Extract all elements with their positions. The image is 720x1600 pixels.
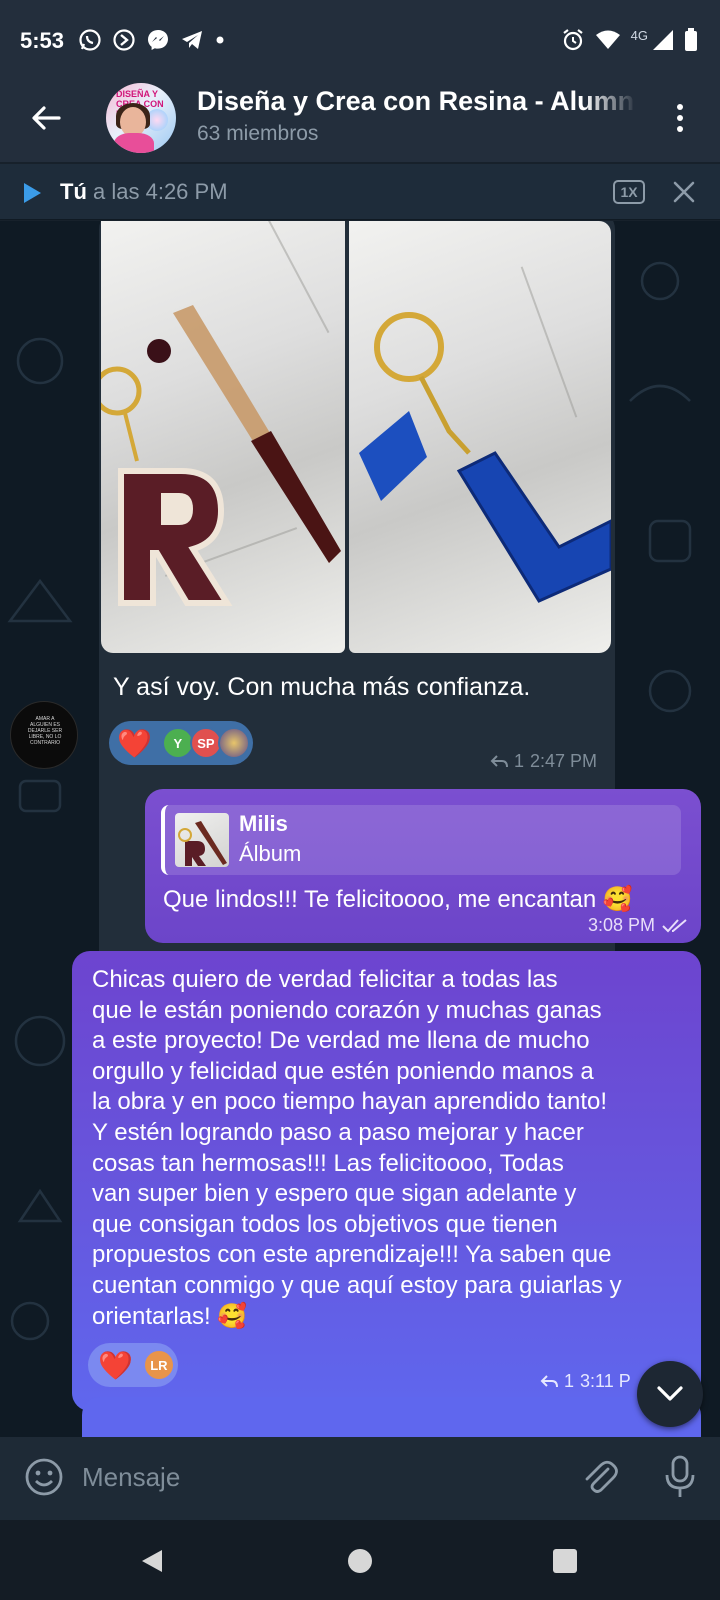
system-nav-bar (0, 1520, 720, 1600)
message-reactions[interactable]: ❤️ LR (88, 1343, 178, 1387)
audio-player-bar[interactable]: Tú a las 4:26 PM 1X (0, 164, 720, 220)
outgoing-long-message[interactable]: Chicas quiero de verdad felicitar a toda… (72, 951, 701, 1411)
message-meta: 1 2:47 PM (490, 751, 597, 772)
chat-header: DISEÑA Y CREA CON RESINA Diseña y Crea c… (0, 80, 720, 162)
album-photo-letter-l[interactable] (349, 221, 611, 653)
reply-arrow-icon (540, 1374, 558, 1387)
microphone-icon[interactable] (664, 1455, 696, 1499)
playback-speed-button[interactable]: 1X (613, 180, 645, 204)
message-input-bar (0, 1437, 720, 1520)
reactor-avatar (217, 727, 250, 759)
double-check-icon (662, 918, 687, 932)
message-time: 3:11 P (580, 1371, 631, 1391)
chevron-down-icon (657, 1386, 683, 1401)
emoji-icon[interactable] (24, 1457, 64, 1497)
more-notifications-dot-icon (216, 36, 224, 44)
outgoing-reply-message[interactable]: Milis Álbum Que lindos!!! Te felicitoooo… (145, 789, 701, 943)
message-meta: 3:08 PM (588, 915, 689, 936)
reply-arrow-icon (490, 754, 508, 767)
arrow-left-icon (32, 106, 61, 130)
back-button[interactable] (22, 94, 70, 142)
quoted-text: Álbum (239, 841, 302, 866)
alarm-icon (562, 29, 583, 51)
nav-recents-icon[interactable] (553, 1549, 577, 1573)
player-info: Tú a las 4:26 PM (60, 179, 228, 205)
member-count: 63 miembros (197, 122, 319, 145)
nav-home-icon[interactable] (348, 1549, 372, 1573)
message-caption: Y así voy. Con mucha más confianza. (113, 673, 531, 701)
more-options-button[interactable] (668, 98, 692, 138)
network-type: 4G (630, 27, 648, 43)
album-photo-letter-r[interactable] (101, 221, 345, 653)
message-reactions[interactable]: ❤️ Y SP (109, 721, 253, 765)
telegram-icon (182, 31, 202, 49)
chat-area[interactable]: Y así voy. Con mucha más confianza. ❤️ Y… (0, 221, 720, 1437)
status-bar: 5:53 4G (0, 0, 720, 80)
cell-signal-icon (653, 30, 673, 50)
paperclip-icon[interactable] (580, 1457, 620, 1497)
play-icon[interactable] (22, 182, 42, 204)
message-text: Chicas quiero de verdad felicitar a toda… (92, 966, 622, 1330)
reply-count[interactable]: 1 (514, 751, 524, 772)
reply-count[interactable]: 1 (564, 1371, 574, 1392)
signal-app-icon (113, 29, 135, 51)
message-text: Que lindos!!! Te felicitoooo, me encanta… (163, 886, 633, 913)
message-time: 2:47 PM (529, 751, 597, 771)
battery-icon (685, 28, 697, 51)
wifi-icon (595, 30, 620, 49)
chat-title[interactable]: Diseña y Crea con Resina - Alumn (197, 86, 637, 117)
messenger-icon (148, 30, 168, 50)
quoted-sender: Milis (239, 811, 288, 836)
status-time: 5:53 (20, 28, 65, 53)
close-icon[interactable] (672, 180, 696, 204)
message-input[interactable] (82, 1455, 562, 1499)
heart-reaction-icon[interactable]: ❤️ (117, 727, 152, 760)
heart-reaction-icon[interactable]: ❤️ (98, 1349, 133, 1382)
scroll-to-bottom-button[interactable] (637, 1361, 703, 1427)
quoted-thumbnail (175, 813, 229, 867)
quoted-message[interactable]: Milis Álbum (161, 805, 681, 875)
notification-icons (78, 28, 226, 52)
dots-vertical-icon (677, 104, 683, 110)
message-time: 3:08 PM (587, 915, 655, 935)
sender-avatar[interactable]: AMAR A ALGUIEN ES DEJARLE SER LIBRE, NO … (10, 701, 78, 769)
player-time: a las 4:26 PM (93, 179, 228, 204)
whatsapp-icon (79, 29, 101, 51)
group-avatar[interactable]: DISEÑA Y CREA CON RESINA (106, 83, 176, 153)
outgoing-message-partial[interactable] (82, 1397, 701, 1437)
message-meta: 1 3:11 P (540, 1371, 631, 1392)
player-sender: Tú (60, 179, 87, 204)
nav-back-icon[interactable] (140, 1548, 164, 1574)
reactor-avatar: LR (142, 1349, 175, 1381)
